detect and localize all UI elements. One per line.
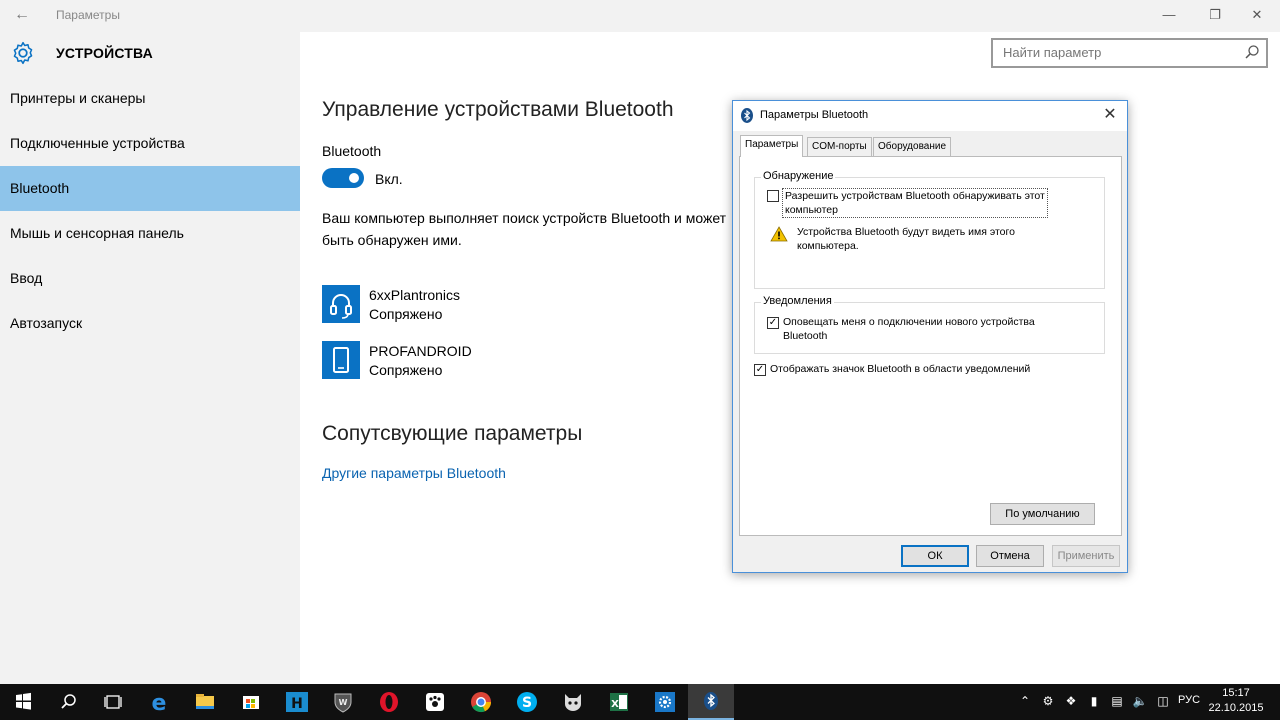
discovery-checkbox-label[interactable]: Разрешить устройствам Bluetooth обнаружи… xyxy=(782,188,1048,218)
page-title: УСТРОЙСТВА xyxy=(56,45,153,61)
device-status: Сопряжено xyxy=(369,362,443,378)
sidebar-item-connected-devices[interactable]: Подключенные устройства xyxy=(0,121,300,166)
dialog-title-bar[interactable]: Параметры Bluetooth ✕ xyxy=(733,101,1127,131)
svg-text:W: W xyxy=(339,698,348,707)
task-view-icon[interactable] xyxy=(90,684,136,720)
close-icon[interactable]: ✕ xyxy=(1099,105,1121,127)
volume-icon[interactable]: 🔈 xyxy=(1131,694,1149,710)
chrome-icon[interactable] xyxy=(458,684,504,720)
warning-icon xyxy=(770,226,788,242)
discovery-group: Обнаружение Разрешить устройствам Blueto… xyxy=(754,170,1105,289)
tab-hardware[interactable]: Оборудование xyxy=(873,137,952,156)
toggle-knob xyxy=(349,173,359,183)
close-icon[interactable]: ✕ xyxy=(1234,0,1280,32)
svg-text:H: H xyxy=(291,696,303,712)
sidebar-item-typing[interactable]: Ввод xyxy=(0,256,300,301)
settings-icon[interactable] xyxy=(642,684,688,720)
restore-defaults-button[interactable]: По умолчанию xyxy=(990,503,1095,525)
discovery-warning: Устройства Bluetooth будут видеть имя эт… xyxy=(797,225,1015,253)
tray-icon-checkbox-label[interactable]: Отображать значок Bluetooth в области ув… xyxy=(770,362,1030,376)
discovery-label-line-2: компьютер xyxy=(785,204,838,216)
gear-tray-icon[interactable]: ⚙ xyxy=(1039,694,1057,710)
device-status: Сопряжено xyxy=(369,306,443,322)
search-placeholder: Найти параметр xyxy=(1003,45,1102,60)
bug-app-icon[interactable] xyxy=(550,684,596,720)
svg-text:X: X xyxy=(611,699,619,710)
notify-label-line-2: Bluetooth xyxy=(783,330,828,342)
taskbar: e H W S X ⌃ ⚙ ❖ ▮ ▤ 🔈 ◫ РУС 15:17 22.10. xyxy=(0,684,1280,720)
section-heading: Управление устройствами Bluetooth xyxy=(322,98,674,121)
notifications-group: Уведомления ✓ Оповещать меня о подключен… xyxy=(754,295,1105,354)
phone-icon[interactable] xyxy=(322,341,360,379)
gear-icon xyxy=(13,41,33,65)
language-indicator[interactable]: РУС xyxy=(1178,694,1200,706)
warning-line-1: Устройства Bluetooth будут видеть имя эт… xyxy=(797,226,1015,238)
sidebar-item-bluetooth[interactable]: Bluetooth xyxy=(0,166,300,211)
search-input[interactable]: Найти параметр xyxy=(991,38,1268,68)
description-line-2: быть обнаружен ими. xyxy=(322,232,462,248)
skype-icon[interactable]: S xyxy=(504,684,550,720)
bluetooth-icon[interactable] xyxy=(688,684,734,720)
back-arrow-icon[interactable]: ← xyxy=(8,4,36,28)
search-icon[interactable] xyxy=(1244,44,1260,60)
clock-date: 22.10.2015 xyxy=(1208,702,1264,714)
bluetooth-icon xyxy=(741,108,753,123)
description: Ваш компьютер выполняет поиск устройств … xyxy=(322,207,732,251)
file-explorer-icon[interactable] xyxy=(182,684,228,720)
svg-text:e: e xyxy=(152,691,167,716)
svg-text:S: S xyxy=(522,695,532,711)
bluetooth-label: Bluetooth xyxy=(322,143,382,159)
headset-icon[interactable] xyxy=(322,285,360,323)
title-bar: ← Параметры — ❐ ✕ xyxy=(0,0,1280,32)
notifications-group-title: Уведомления xyxy=(761,295,834,307)
sidebar-item-mouse-touchpad[interactable]: Мышь и сенсорная панель xyxy=(0,211,300,256)
device-name[interactable]: PROFANDROID xyxy=(369,343,472,359)
warning-line-2: компьютера. xyxy=(797,240,859,252)
description-line-1: Ваш компьютер выполняет поиск устройств … xyxy=(322,210,727,226)
hd-app-icon[interactable]: H xyxy=(274,684,320,720)
search-icon[interactable] xyxy=(45,684,91,720)
world-of-tanks-icon[interactable]: W xyxy=(320,684,366,720)
bluetooth-settings-dialog: Параметры Bluetooth ✕ Параметры COM-порт… xyxy=(732,100,1128,573)
device-name[interactable]: 6xxPlantronics xyxy=(369,287,460,303)
tab-panel: Обнаружение Разрешить устройствам Blueto… xyxy=(739,156,1122,536)
discovery-label-line-1: Разрешить устройствам Bluetooth обнаружи… xyxy=(785,190,1045,202)
tab-parameters[interactable]: Параметры xyxy=(740,135,804,157)
network-icon[interactable]: ▤ xyxy=(1108,694,1126,710)
dialog-title: Параметры Bluetooth xyxy=(760,109,869,121)
chevron-up-icon[interactable]: ⌃ xyxy=(1016,694,1034,710)
more-bluetooth-options-link[interactable]: Другие параметры Bluetooth xyxy=(322,465,506,481)
clock[interactable]: 15:17 22.10.2015 xyxy=(1206,686,1266,716)
clock-time: 15:17 xyxy=(1222,687,1250,699)
excel-icon[interactable]: X xyxy=(596,684,642,720)
notify-checkbox-label[interactable]: Оповещать меня о подключении нового устр… xyxy=(783,315,1035,343)
discovery-checkbox[interactable] xyxy=(767,190,779,202)
edge-icon[interactable]: e xyxy=(136,684,182,720)
cancel-button[interactable]: Отмена xyxy=(976,545,1044,567)
tab-com-ports[interactable]: COM-порты xyxy=(807,137,872,156)
notify-checkbox[interactable]: ✓ xyxy=(767,317,779,329)
page-header: УСТРОЙСТВА xyxy=(0,32,300,74)
restore-icon[interactable]: ❐ xyxy=(1192,0,1238,32)
tray-icon-checkbox[interactable]: ✓ xyxy=(754,364,766,376)
sidebar-item-printers[interactable]: Принтеры и сканеры xyxy=(0,76,300,121)
paw-app-icon[interactable] xyxy=(412,684,458,720)
dropbox-icon[interactable]: ❖ xyxy=(1062,694,1080,710)
sidebar-item-autoplay[interactable]: Автозапуск xyxy=(0,301,300,346)
window-title: Параметры xyxy=(56,8,120,22)
battery-icon[interactable]: ▮ xyxy=(1085,694,1103,710)
start-icon[interactable] xyxy=(0,684,46,720)
minimize-icon[interactable]: — xyxy=(1146,0,1192,32)
discovery-group-title: Обнаружение xyxy=(761,170,836,182)
apply-button[interactable]: Применить xyxy=(1052,545,1120,567)
opera-icon[interactable] xyxy=(366,684,412,720)
related-settings-heading: Сопутсвующие параметры xyxy=(322,422,583,445)
ok-button[interactable]: ОК xyxy=(901,545,969,567)
toggle-state-label: Вкл. xyxy=(375,171,403,187)
bluetooth-toggle[interactable] xyxy=(322,168,364,188)
notify-label-line-1: Оповещать меня о подключении нового устр… xyxy=(783,316,1035,328)
notifications-icon[interactable]: ◫ xyxy=(1154,694,1172,710)
store-icon[interactable] xyxy=(228,684,274,720)
